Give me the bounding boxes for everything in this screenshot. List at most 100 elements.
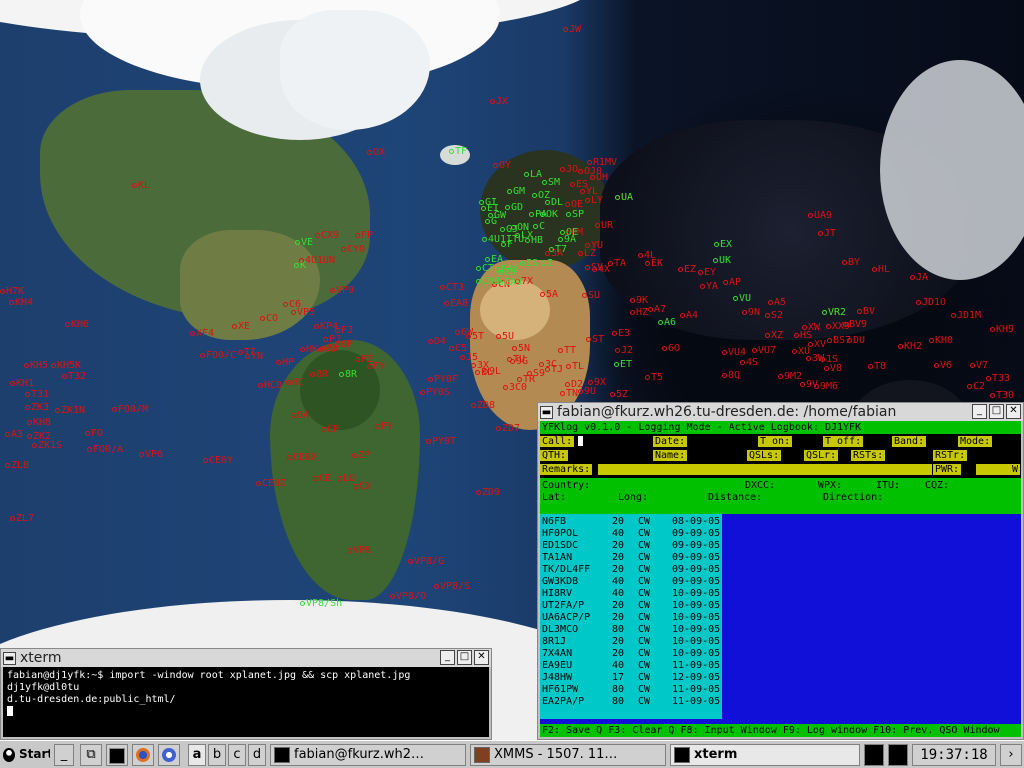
- dx-spot-label: K: [294, 261, 306, 271]
- dx-spot-label: T31: [25, 390, 49, 400]
- spot-marker-icon: [580, 188, 585, 194]
- call-label: Call:: [540, 436, 575, 447]
- log-mode: CW: [638, 684, 651, 695]
- spot-marker-icon: [482, 236, 487, 242]
- task-button[interactable]: xterm: [670, 744, 860, 766]
- close-button[interactable]: ✕: [474, 650, 489, 665]
- minimize-button[interactable]: _: [440, 650, 455, 665]
- terminal-icon: [674, 746, 690, 763]
- desktop-a-button[interactable]: a: [188, 744, 206, 766]
- minimize-all-button[interactable]: _: [54, 744, 74, 766]
- log-row[interactable]: HI8RV 40 CW 10-09-05: [540, 588, 722, 600]
- desktop-d-button[interactable]: d: [248, 744, 266, 766]
- dx-spot-label: ET: [614, 360, 632, 370]
- log-row[interactable]: GW3KDB 40 CW 09-09-05: [540, 576, 722, 588]
- qso-log-list[interactable]: N6FB 20 CW 08-09-05 HF0POL 40 CW 09-09-05 ED1SDC…: [540, 514, 1021, 719]
- spot-marker-icon: [260, 315, 265, 321]
- log-row[interactable]: EA2PA/P 80 CW 11-09-05: [540, 696, 722, 708]
- log-row[interactable]: 7X4AN 20 CW 10-09-05: [540, 648, 722, 660]
- log-date: 10-09-05: [672, 624, 721, 635]
- log-row[interactable]: J48HW 17 CW 12-09-05: [540, 672, 722, 684]
- log-row[interactable]: EA9EU 40 CW 11-09-05: [540, 660, 722, 672]
- log-row[interactable]: TK/DL4FF 20 CW 09-09-05: [540, 564, 722, 576]
- log-date: 09-09-05: [672, 576, 721, 587]
- log-row[interactable]: DL3MCO 80 CW 10-09-05: [540, 624, 722, 636]
- dx-spot-label: XV: [808, 340, 826, 350]
- dx-spot-label: YA: [700, 282, 718, 292]
- log-row[interactable]: UA6ACP/P 20 CW 10-09-05: [540, 612, 722, 624]
- dx-spot-label: OY: [493, 161, 511, 171]
- xterm-terminal[interactable]: fabian@dj1yfk:~$ import -window root xpl…: [3, 667, 489, 737]
- firefox-launcher[interactable]: [132, 744, 154, 766]
- clock: 19:37:18: [912, 744, 996, 766]
- spot-marker-icon: [347, 547, 352, 553]
- spot-marker-icon: [539, 361, 544, 367]
- spot-marker-icon: [713, 257, 718, 263]
- window-menu-icon[interactable]: ▬: [540, 405, 553, 419]
- xterm-window[interactable]: ▬ xterm _ □ ✕ fabian@dj1yfk:~$ import -w…: [0, 648, 492, 740]
- spot-marker-icon: [493, 162, 498, 168]
- log-row[interactable]: ED1SDC 20 CW 09-09-05: [540, 540, 722, 552]
- dx-spot-label: LA: [524, 170, 542, 180]
- spot-marker-icon: [541, 260, 546, 266]
- log-band: 17: [612, 672, 625, 683]
- qth-label: QTH:: [540, 450, 569, 461]
- tray-box-1[interactable]: [864, 744, 884, 766]
- dx-spot-label: VR2: [822, 308, 846, 318]
- remarks-label: Remarks:: [540, 464, 593, 475]
- log-call: 7X4AN: [542, 648, 573, 659]
- log-row[interactable]: TA1AN 20 CW 09-09-05: [540, 552, 722, 564]
- spot-marker-icon: [527, 370, 532, 376]
- dx-spot-label: 6O: [662, 344, 680, 354]
- dx-spot-label: EL: [475, 368, 493, 378]
- task-label: XMMS - 1507. 11…: [494, 747, 618, 762]
- t-on-input[interactable]: [795, 436, 820, 447]
- network-launcher[interactable]: [158, 744, 180, 766]
- spot-marker-icon: [802, 324, 807, 330]
- tray-box-2[interactable]: [888, 744, 908, 766]
- spot-marker-icon: [586, 336, 591, 342]
- terminal-launcher[interactable]: [106, 744, 128, 766]
- spot-marker-icon: [662, 345, 667, 351]
- log-row[interactable]: UT2FA/P 20 CW 10-09-05: [540, 600, 722, 612]
- spot-marker-icon: [868, 363, 873, 369]
- chevron-right-icon[interactable]: ›: [1000, 744, 1022, 766]
- spot-marker-icon: [525, 237, 530, 243]
- desktop-c-button[interactable]: c: [228, 744, 246, 766]
- yfklog-terminal[interactable]: YFKlog v0.1.0 - Logging Mode - Active Lo…: [540, 421, 1021, 737]
- task-button[interactable]: fabian@fkurz.wh2…: [270, 744, 466, 766]
- log-row[interactable]: HF0POL 40 CW 09-09-05: [540, 528, 722, 540]
- window-list-button[interactable]: ⧉: [80, 744, 102, 766]
- log-row[interactable]: HF61PW 80 CW 11-09-05: [540, 684, 722, 696]
- yfklog-titlebar[interactable]: ▬ fabian@fkurz.wh26.tu-dresden.de: /home…: [538, 403, 1023, 421]
- remarks-input[interactable]: [598, 464, 932, 475]
- date-label: Date:: [653, 436, 688, 447]
- log-row[interactable]: 8R1J 20 CW 10-09-05: [540, 636, 722, 648]
- spot-marker-icon: [291, 412, 296, 418]
- maximize-button[interactable]: □: [457, 650, 472, 665]
- close-button[interactable]: ✕: [1006, 404, 1021, 419]
- log-row[interactable]: N6FB 20 CW 08-09-05: [540, 516, 722, 528]
- dx-spot-label: DL: [545, 198, 563, 208]
- log-date: 09-09-05: [672, 528, 721, 539]
- log-call: ED1SDC: [542, 540, 579, 551]
- date-input[interactable]: [700, 436, 755, 447]
- dx-spot-label: LY: [585, 196, 603, 206]
- task-button[interactable]: XMMS - 1507. 11…: [470, 744, 666, 766]
- dx-spot-label: VP8/O: [390, 592, 426, 602]
- spot-marker-icon: [588, 379, 593, 385]
- start-button[interactable]: Start: [0, 744, 50, 766]
- maximize-button[interactable]: □: [989, 404, 1004, 419]
- xterm-titlebar[interactable]: ▬ xterm _ □ ✕: [1, 649, 491, 667]
- log-date: 10-09-05: [672, 600, 721, 611]
- spot-marker-icon: [990, 326, 995, 332]
- spot-marker-icon: [658, 319, 663, 325]
- window-menu-icon[interactable]: ▬: [3, 651, 16, 665]
- dx-spot-label: XF4: [190, 329, 214, 339]
- desktop-b-button[interactable]: b: [208, 744, 226, 766]
- call-input[interactable]: [578, 436, 648, 447]
- yfklog-window[interactable]: ▬ fabian@fkurz.wh26.tu-dresden.de: /home…: [537, 402, 1024, 740]
- dx-spot-label: YV: [318, 345, 336, 355]
- minimize-button[interactable]: _: [972, 404, 987, 419]
- spot-marker-icon: [27, 433, 32, 439]
